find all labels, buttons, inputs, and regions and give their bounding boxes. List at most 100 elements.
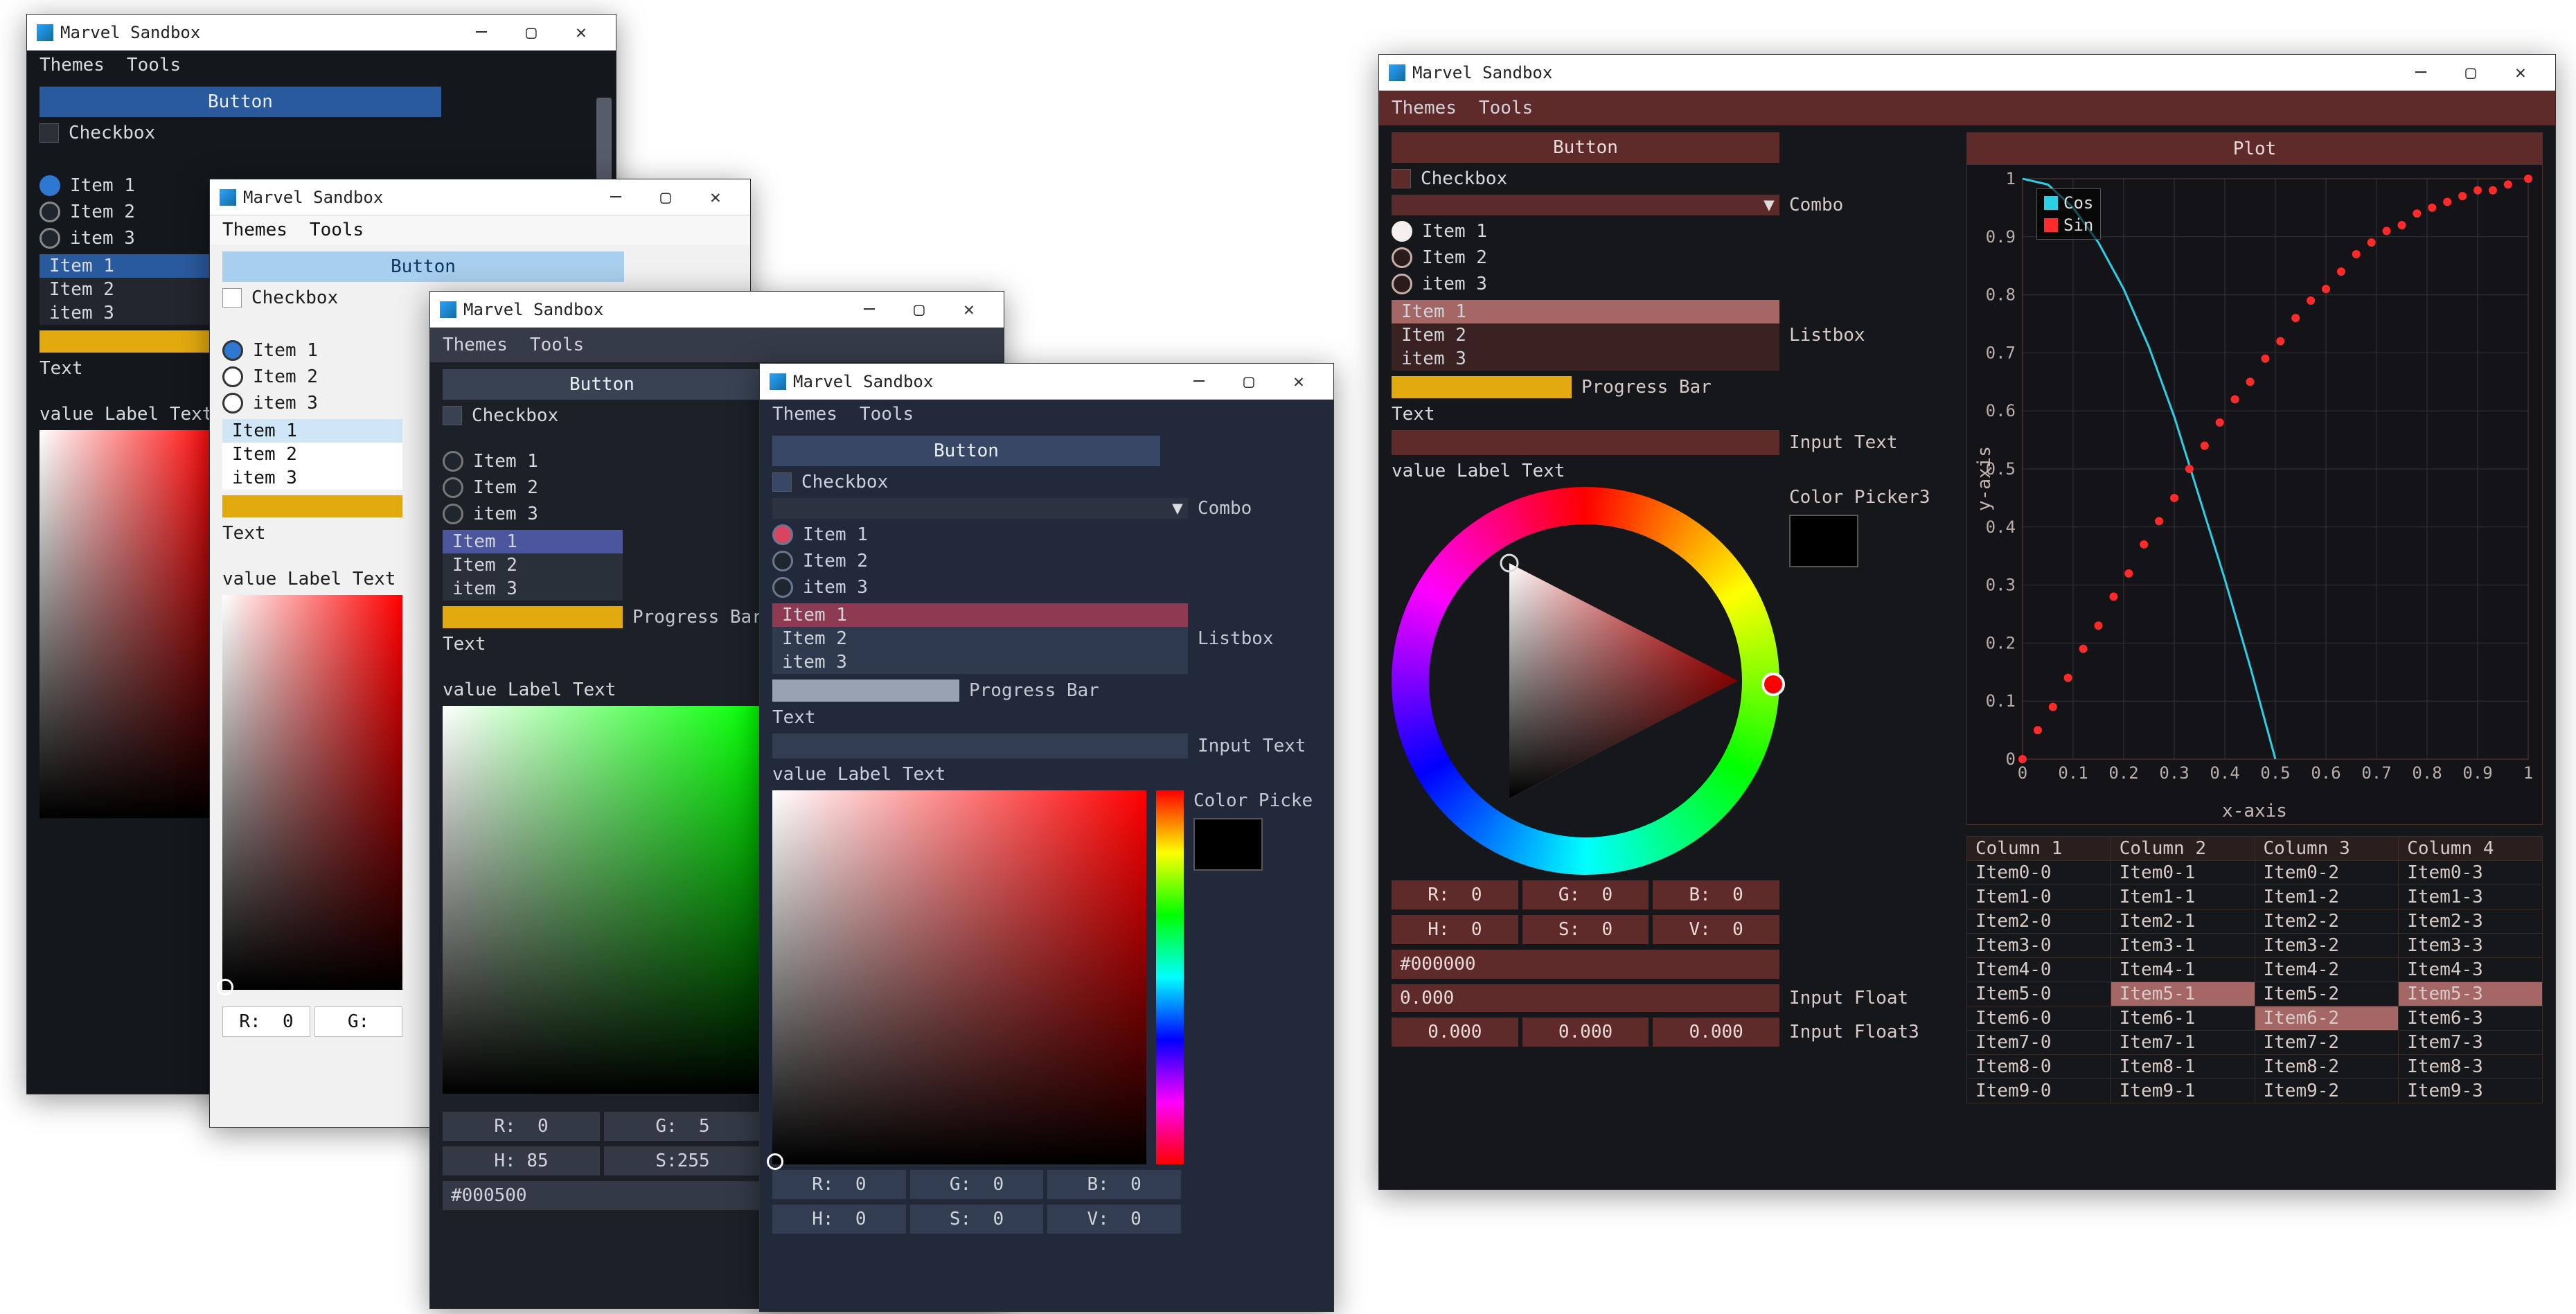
table-cell[interactable]: Item2-0 xyxy=(1967,909,2111,934)
table-cell[interactable]: Item0-3 xyxy=(2399,861,2543,885)
table-cell[interactable]: Item3-1 xyxy=(2111,934,2255,958)
b-field[interactable]: B: 0 xyxy=(1047,1170,1181,1199)
table-cell[interactable]: Item7-1 xyxy=(2111,1031,2255,1055)
table-cell[interactable]: Item4-1 xyxy=(2111,958,2255,982)
list-item[interactable]: Item 1 xyxy=(1392,300,1779,323)
button-widget[interactable]: Button xyxy=(443,369,761,400)
titlebar[interactable]: Marvel Sandbox ─ ▢ ✕ xyxy=(430,292,1004,328)
list-item[interactable]: Item 2 xyxy=(1392,323,1779,347)
table-cell[interactable]: Item1-0 xyxy=(1967,885,2111,909)
radio-item-1[interactable] xyxy=(1392,221,1412,242)
radio-item-1[interactable] xyxy=(39,175,60,196)
table-header[interactable]: Column 3 xyxy=(2255,837,2399,861)
listbox-widget[interactable]: Item 1 Item 2 item 3 xyxy=(39,254,220,325)
titlebar[interactable]: Marvel Sandbox ─ ▢ ✕ xyxy=(1379,55,2555,91)
maximize-button[interactable]: ▢ xyxy=(641,179,691,215)
list-item[interactable]: Item 2 xyxy=(443,553,623,577)
float3-y[interactable]: 0.000 xyxy=(1522,1018,1649,1047)
float3-z[interactable]: 0.000 xyxy=(1653,1018,1779,1047)
plot-legend[interactable]: Cos Sin xyxy=(2036,188,2101,240)
table-cell[interactable]: Item3-3 xyxy=(2399,934,2543,958)
button-widget[interactable]: Button xyxy=(222,251,624,282)
radio-item-3[interactable] xyxy=(443,504,463,524)
s-field[interactable]: S:255 xyxy=(604,1146,761,1175)
table-header[interactable]: Column 4 xyxy=(2399,837,2543,861)
radio-item-1[interactable] xyxy=(443,451,463,472)
list-item[interactable]: Item 1 xyxy=(443,530,623,553)
list-item[interactable]: item 3 xyxy=(443,577,623,601)
table-cell[interactable]: Item5-2 xyxy=(2255,982,2399,1006)
plot-canvas[interactable]: 00.10.20.30.40.50.60.70.80.9100.10.20.30… xyxy=(1974,165,2542,801)
minimize-button[interactable]: ─ xyxy=(1174,364,1224,400)
color-swatch[interactable] xyxy=(1789,515,1858,567)
maximize-button[interactable]: ▢ xyxy=(506,15,556,51)
radio-item-1[interactable] xyxy=(772,524,793,545)
table-cell[interactable]: Item0-1 xyxy=(2111,861,2255,885)
list-item[interactable]: Item 1 xyxy=(39,254,220,278)
checkbox-widget[interactable] xyxy=(443,406,462,425)
s-field[interactable]: S: 0 xyxy=(910,1205,1044,1234)
table-cell[interactable]: Item6-1 xyxy=(2111,1006,2255,1031)
hue-slider[interactable] xyxy=(1156,790,1184,1164)
radio-item-1[interactable] xyxy=(222,340,243,361)
v-field[interactable]: V: 0 xyxy=(1047,1205,1181,1234)
menu-themes[interactable]: Themes xyxy=(772,404,837,425)
minimize-button[interactable]: ─ xyxy=(456,15,506,51)
list-item[interactable]: item 3 xyxy=(772,650,1188,674)
table-cell[interactable]: Item8-1 xyxy=(2111,1055,2255,1079)
radio-item-3[interactable] xyxy=(772,577,793,598)
table-cell[interactable]: Item4-2 xyxy=(2255,958,2399,982)
button-widget[interactable]: Button xyxy=(39,87,441,117)
minimize-button[interactable]: ─ xyxy=(2396,55,2446,91)
menu-themes[interactable]: Themes xyxy=(443,335,508,355)
minimize-button[interactable]: ─ xyxy=(844,292,894,328)
close-button[interactable]: ✕ xyxy=(1274,364,1324,400)
h-field[interactable]: H: 0 xyxy=(1392,915,1518,944)
listbox-widget[interactable]: Item 1 Item 2 item 3 xyxy=(772,603,1188,674)
titlebar[interactable]: Marvel Sandbox ─ ▢ ✕ xyxy=(27,15,616,51)
text-input[interactable] xyxy=(772,734,1188,758)
r-field[interactable]: R: 0 xyxy=(1392,880,1518,909)
table-cell[interactable]: Item3-2 xyxy=(2255,934,2399,958)
table-cell[interactable]: Item7-0 xyxy=(1967,1031,2111,1055)
r-field[interactable]: R: 0 xyxy=(443,1112,600,1141)
combo-widget[interactable]: ▼ xyxy=(1392,195,1779,215)
list-item[interactable]: Item 2 xyxy=(772,627,1188,650)
button-widget[interactable]: Button xyxy=(1392,132,1779,163)
radio-item-2[interactable] xyxy=(1392,247,1412,268)
color-sv-area[interactable] xyxy=(443,706,761,1094)
sv-cursor[interactable] xyxy=(217,979,233,995)
hex-field[interactable]: #000500 xyxy=(443,1181,761,1210)
radio-item-3[interactable] xyxy=(222,393,243,414)
h-field[interactable]: H: 0 xyxy=(772,1205,906,1234)
sv-triangle[interactable] xyxy=(1392,487,1779,875)
radio-item-2[interactable] xyxy=(222,366,243,387)
table-cell[interactable]: Item5-0 xyxy=(1967,982,2111,1006)
radio-item-2[interactable] xyxy=(772,551,793,571)
menu-tools[interactable]: Tools xyxy=(1479,98,1533,118)
table-cell[interactable]: Item2-3 xyxy=(2399,909,2543,934)
menu-themes[interactable]: Themes xyxy=(1392,98,1457,118)
table-cell[interactable]: Item4-3 xyxy=(2399,958,2543,982)
table-cell[interactable]: Item7-2 xyxy=(2255,1031,2399,1055)
color-sv-area[interactable] xyxy=(222,595,402,990)
list-item[interactable]: item 3 xyxy=(39,301,220,325)
combo-widget[interactable]: ▼ xyxy=(772,498,1188,519)
menu-tools[interactable]: Tools xyxy=(127,55,181,76)
table-cell[interactable]: Item8-2 xyxy=(2255,1055,2399,1079)
s-field[interactable]: S: 0 xyxy=(1522,915,1649,944)
g-field[interactable]: G: 0 xyxy=(1522,880,1649,909)
table-cell[interactable]: Item9-1 xyxy=(2111,1079,2255,1103)
close-button[interactable]: ✕ xyxy=(944,292,994,328)
plot-widget[interactable]: Plot y-axis 00.10.20.30.40.50.60.70.80.9… xyxy=(1966,132,2543,825)
menu-tools[interactable]: Tools xyxy=(860,404,914,425)
list-item[interactable]: Item 1 xyxy=(222,419,402,443)
checkbox-widget[interactable] xyxy=(39,123,59,143)
table-cell[interactable]: Item1-3 xyxy=(2399,885,2543,909)
table-cell[interactable]: Item9-3 xyxy=(2399,1079,2543,1103)
r-field[interactable]: R: 0 xyxy=(772,1170,906,1199)
table-cell[interactable]: Item2-1 xyxy=(2111,909,2255,934)
checkbox-widget[interactable] xyxy=(1392,169,1411,188)
color-wheel-area[interactable] xyxy=(1392,487,1779,875)
g-field[interactable]: G: 5 xyxy=(604,1112,761,1141)
